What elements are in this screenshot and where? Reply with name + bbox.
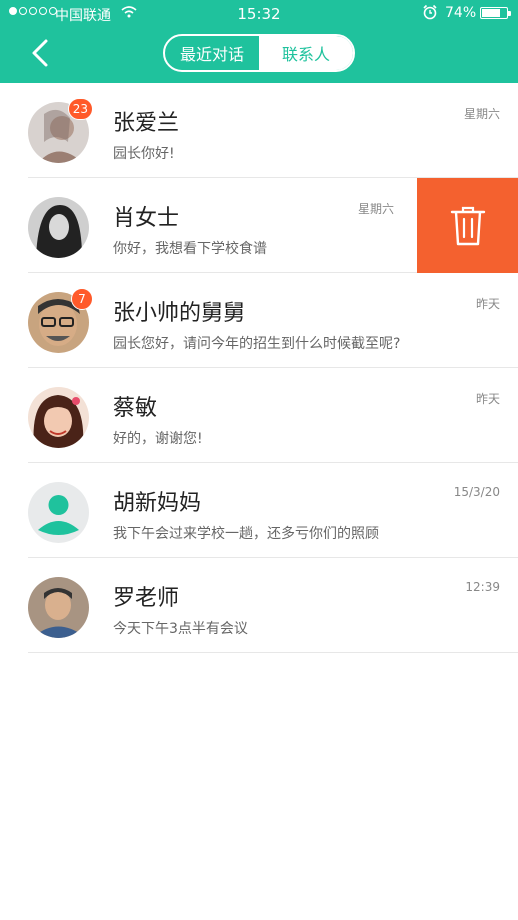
delete-button[interactable]	[417, 178, 518, 273]
unread-badge: 23	[67, 98, 93, 120]
message-time: 12:39	[465, 580, 500, 594]
tab-contacts[interactable]: 联系人	[259, 36, 353, 70]
chat-row-5[interactable]: 胡新妈妈 我下午会过来学校一趟，还多亏你们的照顾 15/3/20	[0, 463, 518, 558]
contact-name: 胡新妈妈	[113, 491, 202, 516]
divider	[28, 652, 518, 653]
avatar	[28, 197, 89, 258]
message-time: 星期六	[463, 107, 500, 121]
contact-name: 蔡敏	[113, 396, 158, 421]
default-avatar-icon	[28, 482, 89, 543]
message-time: 昨天	[475, 297, 500, 311]
tab-recent-chats[interactable]: 最近对话	[165, 36, 259, 70]
avatar-container: 7	[28, 288, 93, 353]
last-message: 好的，谢谢您!	[113, 431, 203, 447]
contact-name: 张小帅的舅舅	[113, 301, 246, 326]
chat-row-1[interactable]: 23 张爱兰 园长你好! 星期六	[0, 83, 518, 178]
alarm-clock-icon	[422, 4, 438, 20]
chat-row-4[interactable]: 蔡敏 好的，谢谢您! 昨天	[0, 368, 518, 463]
unread-badge: 7	[71, 288, 93, 310]
message-time: 昨天	[475, 392, 500, 406]
message-time: 15/3/20	[453, 485, 500, 499]
battery-icon	[480, 7, 511, 19]
clock-time: 15:32	[237, 5, 281, 23]
last-message: 今天下午3点半有会议	[113, 621, 248, 637]
contact-name: 张爱兰	[113, 111, 180, 136]
contact-name: 罗老师	[113, 586, 180, 611]
status-bar: 中国联通 15:32 74%	[0, 0, 518, 28]
last-message: 我下午会过来学校一趟，还多亏你们的照顾	[113, 526, 379, 542]
chat-row-6[interactable]: 罗老师 今天下午3点半有会议 12:39	[0, 558, 518, 653]
contact-name: 肖女士	[113, 206, 180, 231]
segment-control: 最近对话 联系人	[163, 34, 355, 72]
last-message: 园长您好，请问今年的招生到什么时候截至呢?	[113, 336, 401, 352]
last-message: 园长你好!	[113, 146, 175, 162]
avatar-container: 23	[28, 98, 93, 163]
chevron-left-icon	[32, 39, 48, 67]
message-time: 星期六	[357, 202, 394, 216]
chat-row-3[interactable]: 7 张小帅的舅舅 园长您好，请问今年的招生到什么时候截至呢? 昨天	[0, 273, 518, 368]
back-button[interactable]	[20, 35, 60, 71]
battery-percent: 74%	[445, 5, 477, 21]
avatar	[28, 577, 89, 638]
last-message: 你好，我想看下学校食谱	[113, 241, 267, 257]
avatar	[28, 387, 89, 448]
nav-header: 中国联通 15:32 74% 最近对话 联系人	[0, 0, 518, 83]
trash-icon	[450, 206, 485, 245]
